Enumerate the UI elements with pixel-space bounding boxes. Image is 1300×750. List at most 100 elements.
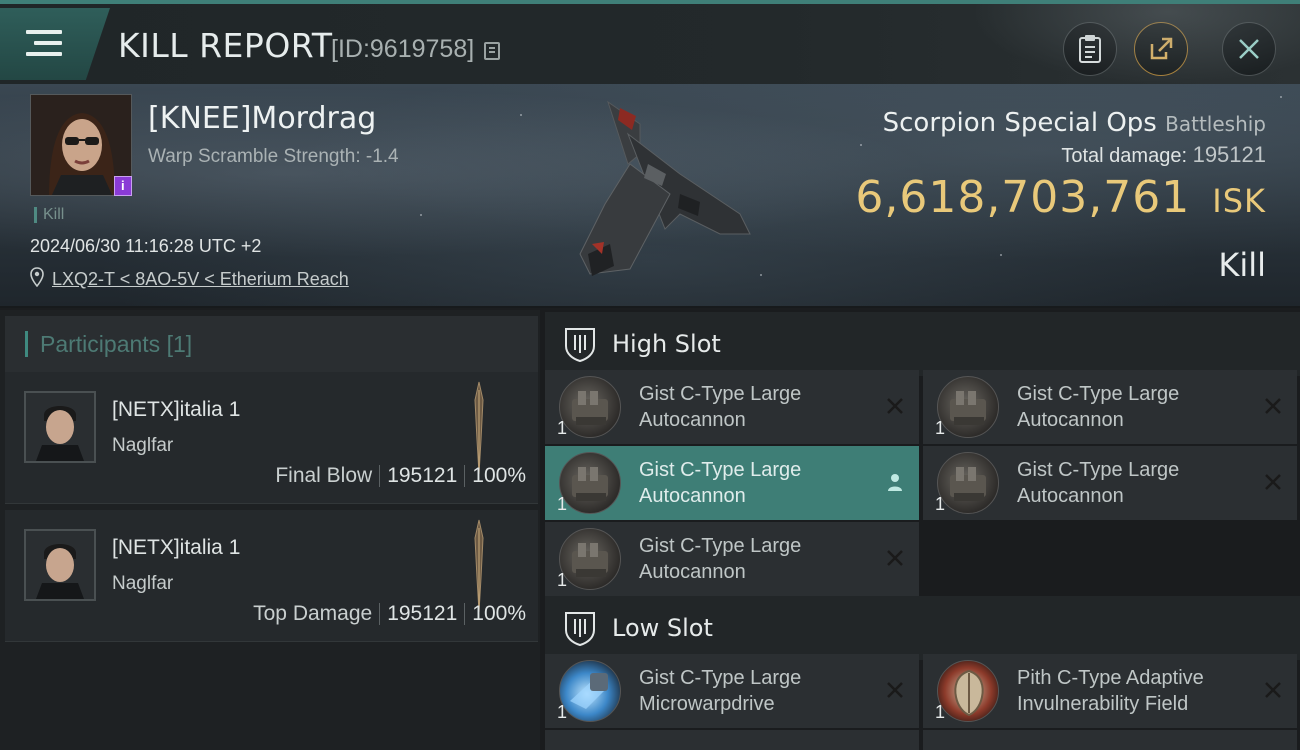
fitting-panel: High Slot 1 Gist C-Type Large Autocannon … bbox=[540, 310, 1300, 750]
participant-row[interactable]: [NETX]italia 1 Naglfar Top Damage 195121 1… bbox=[5, 510, 538, 642]
module-name-line1: Gist C-Type Large bbox=[1017, 383, 1180, 405]
module-name-line2: Autocannon bbox=[1017, 485, 1124, 507]
ship-class: Battleship bbox=[1165, 112, 1266, 136]
module-name: Gist C-Type Large Autocannon bbox=[639, 381, 879, 433]
copy-id-icon[interactable] bbox=[484, 42, 500, 60]
participants-label: Participants bbox=[40, 331, 161, 357]
participant-avatar bbox=[26, 393, 94, 461]
participants-title: Participants [1] bbox=[40, 331, 192, 358]
participant-percent: 100% bbox=[472, 602, 526, 625]
module-name-line2: Microwarpdrive bbox=[639, 693, 775, 715]
low-slot-header: Low Slot bbox=[545, 596, 1300, 660]
module-name-line2: Autocannon bbox=[1017, 409, 1124, 431]
participant-ship: Naglfar bbox=[112, 435, 174, 456]
destroyed-x-icon bbox=[887, 398, 903, 414]
module-quantity: 1 bbox=[557, 494, 568, 514]
kill-location-link[interactable]: LXQ2-T < 8AO-5V < Etherium Reach bbox=[52, 269, 349, 290]
high-slot-title: High Slot bbox=[612, 330, 721, 358]
participant-damage: 195121 bbox=[387, 602, 458, 625]
destroyed-x-icon bbox=[1265, 682, 1281, 698]
module-item[interactable]: 1 Gist C-Type Large Microwarpdrive bbox=[545, 654, 919, 728]
module-item[interactable] bbox=[545, 730, 919, 750]
participant-portrait[interactable] bbox=[24, 391, 96, 463]
person-icon bbox=[888, 474, 902, 491]
total-damage-value: 195121 bbox=[1192, 142, 1266, 167]
victim-name[interactable]: [KNEE]Mordrag bbox=[148, 101, 376, 136]
kill-tag: Kill bbox=[34, 207, 64, 223]
location-pin-icon bbox=[30, 267, 44, 287]
module-quantity: 1 bbox=[935, 494, 946, 514]
module-item[interactable]: 1 Pith C-Type Adaptive Invulnerability Fi… bbox=[923, 654, 1297, 728]
invulnerability-field-icon bbox=[937, 660, 999, 722]
module-name: Gist C-Type Large Autocannon bbox=[1017, 381, 1257, 433]
participant-name[interactable]: [NETX]italia 1 bbox=[112, 398, 240, 422]
participant-stats: Final Blow 195121 100% bbox=[275, 464, 526, 488]
autocannon-icon bbox=[559, 376, 621, 438]
module-name-line2: Autocannon bbox=[639, 409, 746, 431]
participants-panel: Participants [1] [NETX]italia 1 Naglfar … bbox=[0, 310, 540, 750]
module-quantity: 1 bbox=[935, 418, 946, 438]
module-name: Pith C-Type Adaptive Invulnerability Fiel… bbox=[1017, 665, 1257, 717]
participants-header[interactable]: Participants [1] bbox=[5, 316, 538, 372]
kill-banner: [KNEE]Mordrag Warp Scramble Strength: -1… bbox=[0, 84, 1300, 308]
module-item[interactable]: 1 Gist C-Type Large Autocannon bbox=[545, 370, 919, 444]
module-item[interactable]: 1 Gist C-Type Large Autocannon bbox=[545, 522, 919, 596]
participant-ship: Naglfar bbox=[112, 573, 174, 594]
top-bar: KILL REPORT [ID:9619758] bbox=[0, 0, 1300, 84]
participant-row[interactable]: [NETX]italia 1 Naglfar Final Blow 195121 1… bbox=[5, 372, 538, 504]
module-name-line1: Gist C-Type Large bbox=[639, 535, 802, 557]
kill-datetime: 2024/06/30 11:16:28 UTC +2 bbox=[30, 236, 262, 256]
destroyed-x-icon bbox=[1265, 474, 1281, 490]
isk-value: 6,618,703,761 ISK bbox=[855, 172, 1266, 223]
module-item[interactable]: 1 Gist C-Type Large Autocannon bbox=[923, 370, 1297, 444]
module-name: Gist C-Type Large Autocannon bbox=[1017, 457, 1257, 509]
module-name-line1: Gist C-Type Large bbox=[639, 383, 802, 405]
participants-header-accent bbox=[25, 331, 28, 357]
participant-role: Top Damage bbox=[253, 602, 373, 625]
clipboard-button[interactable] bbox=[1063, 22, 1117, 76]
close-button[interactable] bbox=[1222, 22, 1276, 76]
module-name: Gist C-Type Large Autocannon bbox=[639, 457, 879, 509]
participant-damage: 195121 bbox=[387, 464, 458, 487]
module-name-line1: Gist C-Type Large bbox=[639, 667, 802, 689]
low-slot-title: Low Slot bbox=[612, 614, 713, 642]
participant-portrait[interactable] bbox=[24, 529, 96, 601]
module-item[interactable]: 1 Gist C-Type Large Autocannon bbox=[923, 446, 1297, 520]
victim-ship-name[interactable]: Scorpion Special Ops Battleship bbox=[883, 108, 1266, 138]
clipboard-icon bbox=[1079, 35, 1101, 63]
ship-image[interactable] bbox=[570, 94, 760, 294]
participant-weapon-icon bbox=[474, 519, 484, 613]
module-quantity: 1 bbox=[557, 570, 568, 590]
module-name-line1: Pith C-Type Adaptive bbox=[1017, 667, 1204, 689]
share-icon bbox=[1150, 37, 1173, 60]
autocannon-icon bbox=[559, 528, 621, 590]
autocannon-icon bbox=[937, 452, 999, 514]
destroyed-x-icon bbox=[887, 550, 903, 566]
module-name-line2: Autocannon bbox=[639, 561, 746, 583]
module-name-line1: Gist C-Type Large bbox=[1017, 459, 1180, 481]
close-icon bbox=[1239, 39, 1259, 59]
destroyed-x-icon bbox=[887, 682, 903, 698]
module-name-line1: Gist C-Type Large bbox=[639, 459, 802, 481]
module-item-selected[interactable]: 1 Gist C-Type Large Autocannon bbox=[545, 446, 919, 520]
participant-weapon-icon bbox=[474, 381, 484, 475]
menu-button[interactable] bbox=[0, 8, 110, 80]
menu-icon bbox=[26, 30, 62, 60]
autocannon-icon bbox=[559, 452, 621, 514]
module-quantity: 1 bbox=[557, 702, 568, 722]
participant-role: Final Blow bbox=[275, 464, 373, 487]
participant-avatar bbox=[26, 531, 94, 599]
kill-result: Kill bbox=[1218, 246, 1266, 284]
ship-name-text: Scorpion Special Ops bbox=[882, 108, 1157, 138]
autocannon-icon bbox=[937, 376, 999, 438]
participant-name[interactable]: [NETX]italia 1 bbox=[112, 536, 240, 560]
share-button[interactable] bbox=[1134, 22, 1188, 76]
participant-percent: 100% bbox=[472, 464, 526, 487]
module-name-line2: Autocannon bbox=[639, 485, 746, 507]
total-damage-label: Total damage: bbox=[1061, 145, 1188, 167]
module-item[interactable] bbox=[923, 730, 1297, 750]
destroyed-x-icon bbox=[1265, 398, 1281, 414]
participant-stats: Top Damage 195121 100% bbox=[253, 602, 526, 626]
module-name-line2: Invulnerability Field bbox=[1017, 693, 1189, 715]
module-name: Gist C-Type Large Autocannon bbox=[639, 533, 879, 585]
